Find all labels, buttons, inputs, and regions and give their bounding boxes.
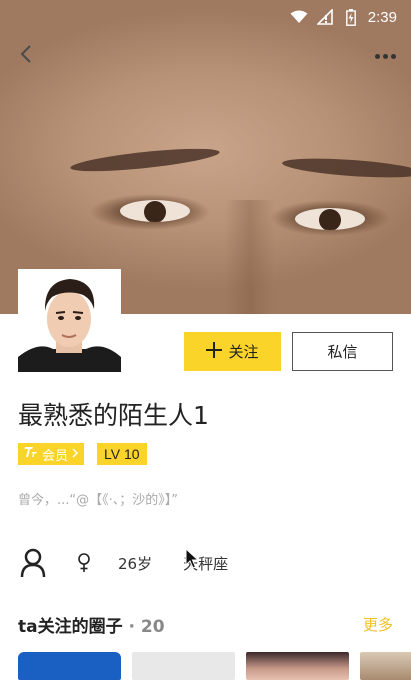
vip-badge[interactable]: 会员 [18, 443, 85, 465]
circles-title: ta关注的圈子 [18, 617, 123, 637]
signal-icon [316, 9, 334, 25]
cover-photo [0, 0, 411, 314]
chevron-left-icon [20, 44, 32, 68]
plus-icon [206, 341, 223, 362]
wifi-icon [290, 9, 308, 25]
chevron-right-icon [72, 447, 79, 462]
more-dots-icon [390, 53, 396, 59]
more-link[interactable]: 更多 [363, 614, 393, 635]
status-bar: 2:39 [0, 0, 411, 34]
circles-count: 20 [140, 617, 165, 637]
message-button[interactable]: 私信 [292, 332, 393, 371]
bio-text: 曾今，...“@【《·、；沙的》】” [18, 493, 178, 508]
message-label: 私信 [327, 343, 358, 361]
cover-photo-detail [225, 200, 275, 314]
vip-logo-icon [24, 446, 38, 462]
username: 最熟悉的陌生人1 [18, 401, 209, 430]
cover-photo-detail [120, 200, 190, 222]
more-options-button[interactable] [371, 42, 399, 70]
age-text: 26岁 [118, 554, 153, 573]
circle-thumbnail[interactable] [246, 652, 349, 680]
cover-photo-detail [69, 144, 221, 176]
circle-thumbnail[interactable] [360, 652, 411, 680]
more-dots-icon [382, 53, 388, 59]
user-icon [18, 546, 48, 580]
avatar[interactable] [18, 269, 121, 372]
level-badge: LV 10 [97, 443, 147, 465]
cover-photo-detail [281, 155, 411, 181]
follow-button[interactable]: 关注 [184, 332, 281, 371]
more-dots-icon [374, 53, 380, 59]
mouse-cursor-icon [185, 547, 200, 570]
follow-label: 关注 [228, 343, 259, 361]
status-time: 2:39 [367, 8, 397, 26]
vip-label: 会员 [42, 448, 69, 464]
female-icon [76, 552, 92, 574]
back-button[interactable] [12, 42, 40, 70]
circle-thumbnail[interactable] [18, 652, 121, 680]
circles-separator: · [128, 617, 135, 637]
battery-icon [342, 8, 360, 26]
cover-photo-detail [295, 208, 365, 230]
circles-list [18, 652, 411, 680]
avatar-image [18, 269, 121, 372]
circle-thumbnail[interactable] [132, 652, 235, 680]
circles-section-title: ta关注的圈子 · 20 [18, 612, 165, 637]
